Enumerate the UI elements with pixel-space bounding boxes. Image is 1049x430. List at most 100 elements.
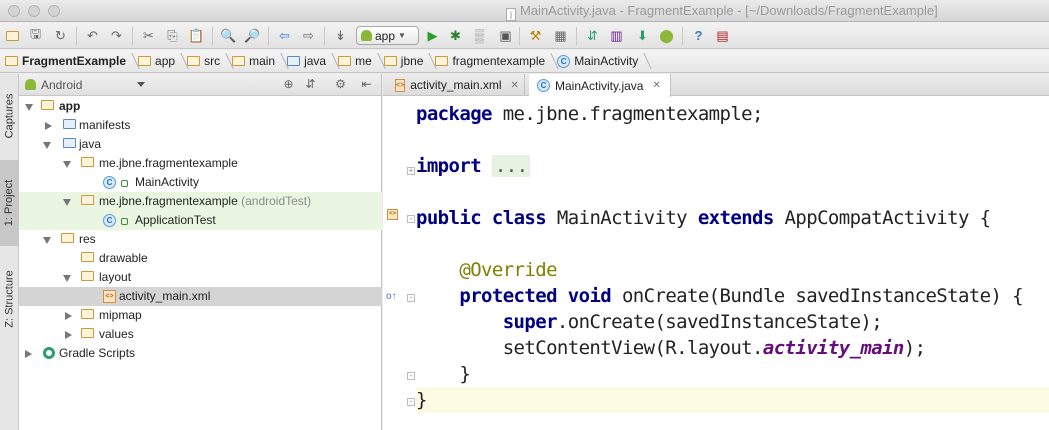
fold-expand-icon[interactable]: + [407, 167, 415, 175]
open-folder-icon[interactable] [4, 27, 21, 44]
sdk-structure-icon[interactable]: ▦ [552, 27, 569, 44]
find-icon[interactable]: 🔍 [220, 27, 237, 44]
run-icon[interactable]: ▶ [424, 27, 441, 44]
collapse-all-icon[interactable]: ⇵ [303, 77, 318, 92]
breadcrumb-item-project[interactable]: FragmentExample [5, 50, 138, 73]
package-icon [338, 56, 352, 66]
tree-item-manifests[interactable]: manifests [19, 116, 382, 135]
cut-icon[interactable]: ✂ [140, 27, 157, 44]
code-line: package me.jbne.fragmentexample; [416, 103, 763, 125]
tree-item-layout[interactable]: layout [19, 268, 382, 287]
tab-mainactivity-java[interactable]: C MainActivity.java ✕ [529, 74, 671, 97]
breadcrumb-item-src[interactable]: src [187, 50, 232, 73]
folder-icon [81, 252, 94, 262]
folder-icon [63, 119, 76, 129]
close-window-button[interactable] [8, 5, 20, 17]
device-monitor-icon[interactable]: ▤ [714, 27, 731, 44]
tab-captures[interactable]: Captures [0, 78, 19, 154]
tree-item-res[interactable]: res [19, 230, 382, 249]
close-icon[interactable]: ✕ [652, 80, 660, 91]
tree-item-mainactivity[interactable]: C MainActivity [19, 173, 382, 192]
breadcrumb-item-me[interactable]: me [338, 50, 384, 73]
breadcrumb-item-mainactivity[interactable]: C MainActivity [557, 50, 650, 73]
sdk-manager-icon[interactable]: ⬇ [634, 27, 651, 44]
expand-arrow-icon[interactable] [65, 331, 72, 339]
breadcrumb-item-jbne[interactable]: jbne [383, 50, 436, 73]
breadcrumb-item-java[interactable]: java [287, 50, 338, 73]
xml-file-icon: <> [103, 290, 116, 303]
breadcrumb-item-fragmentexample[interactable]: fragmentexample [435, 50, 557, 73]
override-marker-icon[interactable]: o↑ [386, 291, 397, 302]
replace-icon[interactable]: 🔎 [244, 27, 261, 44]
tree-item-applicationtest[interactable]: C ApplicationTest [19, 211, 382, 230]
folded-imports[interactable]: ... [491, 155, 531, 177]
run-config-select[interactable]: app ▼ [356, 26, 419, 45]
class-icon: C [557, 54, 571, 68]
related-layout-icon[interactable]: <> [387, 209, 398, 220]
tree-item-gradle-scripts[interactable]: Gradle Scripts [19, 344, 382, 363]
gear-icon[interactable]: ⚙ [333, 77, 348, 92]
minimize-window-button[interactable] [28, 5, 40, 17]
zoom-window-button[interactable] [48, 5, 60, 17]
undo-icon[interactable]: ↶ [84, 27, 101, 44]
redo-icon[interactable]: ↷ [108, 27, 125, 44]
sync-icon[interactable]: ↻ [52, 27, 69, 44]
android-monitor-icon[interactable]: ⬤ [658, 27, 675, 44]
expand-arrow-icon[interactable] [25, 350, 32, 358]
expand-arrow-icon[interactable] [63, 199, 71, 206]
expand-arrow-icon[interactable] [43, 237, 51, 244]
folder-icon [187, 56, 201, 66]
copy-icon[interactable]: ⎘ [164, 27, 181, 44]
project-panel: Android ⊕ ⇵ ⚙ ⇤ app manifests java me.jb… [19, 74, 382, 430]
tree-item-app[interactable]: app [19, 97, 382, 116]
chevron-down-icon [137, 82, 145, 87]
fold-collapse-icon[interactable]: - [407, 294, 415, 302]
breadcrumb-item-app[interactable]: app [138, 50, 187, 73]
expand-arrow-icon[interactable] [25, 104, 33, 111]
tab-project[interactable]: 1: Project [0, 160, 19, 246]
tree-item-package-test[interactable]: me.jbne.fragmentexample (androidTest) [19, 192, 382, 211]
code-line: setContentView(R.layout.activity_main); [502, 337, 926, 359]
folder-icon [81, 271, 94, 281]
project-panel-header: Android ⊕ ⇵ ⚙ ⇤ [19, 74, 381, 96]
back-icon[interactable]: ⇦ [276, 27, 293, 44]
close-icon[interactable]: ✕ [511, 80, 519, 91]
code-line-current: } [416, 387, 1049, 413]
code-line: public class MainActivity extends AppCom… [416, 207, 991, 229]
expand-arrow-icon[interactable] [65, 312, 72, 320]
breadcrumb-item-main[interactable]: main [232, 50, 287, 73]
save-all-icon[interactable]: 🖫 [27, 26, 44, 44]
project-structure-icon[interactable]: ⚒ [527, 27, 544, 44]
tree-item-mipmap[interactable]: mipmap [19, 306, 382, 325]
expand-arrow-icon[interactable] [63, 161, 71, 168]
debug-icon[interactable]: ✱ [447, 27, 464, 44]
fold-collapse-icon[interactable]: - [407, 215, 415, 223]
fold-collapse-icon[interactable]: - [407, 398, 415, 406]
avd-manager-icon[interactable]: ▥ [608, 27, 625, 44]
package-icon [435, 56, 449, 66]
fold-collapse-icon[interactable]: - [407, 372, 415, 380]
help-icon[interactable]: ? [690, 27, 707, 44]
paste-icon[interactable]: 📋 [188, 27, 205, 44]
tab-structure[interactable]: Z: Structure [0, 254, 19, 344]
scroll-from-source-icon[interactable]: ⊕ [281, 77, 296, 92]
forward-icon[interactable]: ⇨ [300, 27, 317, 44]
tree-item-values[interactable]: values [19, 325, 382, 344]
expand-arrow-icon[interactable] [43, 142, 51, 149]
project-view-select[interactable]: Android [25, 76, 147, 93]
source-folder-icon [63, 138, 76, 148]
attach-debugger-icon[interactable]: ▣ [497, 27, 514, 44]
tree-item-activity-main-xml[interactable]: <> activity_main.xml [19, 287, 382, 306]
code-area[interactable]: package me.jbne.fragmentexample; import … [416, 97, 1049, 430]
module-folder-icon [41, 100, 54, 110]
make-project-icon[interactable]: ↡ [332, 27, 349, 44]
hide-panel-icon[interactable]: ⇤ [359, 77, 374, 92]
expand-arrow-icon[interactable] [45, 122, 52, 130]
coverage-icon[interactable]: ▒ [471, 27, 488, 44]
gradle-sync-icon[interactable]: ⇵ [584, 27, 601, 44]
tree-item-drawable[interactable]: drawable [19, 249, 382, 268]
tree-item-package-main[interactable]: me.jbne.fragmentexample [19, 154, 382, 173]
expand-arrow-icon[interactable] [63, 275, 71, 282]
tree-item-java[interactable]: java [19, 135, 382, 154]
tab-activity-main-xml[interactable]: <> activity_main.xml ✕ [387, 74, 525, 96]
